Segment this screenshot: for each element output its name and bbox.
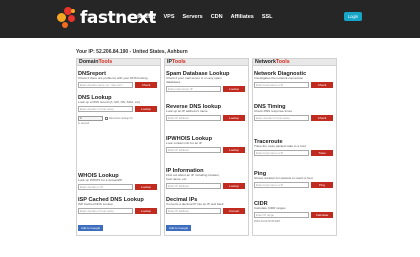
tool-whois-lookup: WHOIS Lookup Look up WHOIS for a domain/… [78, 173, 160, 191]
decimal-ip-button[interactable]: Convert [223, 208, 245, 215]
isp-cached-input[interactable]: Enter domain or host name [78, 208, 133, 215]
ipwhois-input[interactable]: Enter IP address [166, 147, 221, 154]
whois-button[interactable]: Lookup [135, 184, 157, 191]
traceroute-input[interactable]: Enter host name or IP [254, 150, 309, 157]
tool-description: Check DNS response times [254, 109, 292, 113]
dns-timing-button[interactable]: Check [311, 115, 333, 122]
tool-dns-timing: DNS Timing Check DNS response times Ente… [254, 104, 336, 122]
tool-decimal-ips: Decimal IPs Converts a decimal IP into a… [166, 197, 248, 234]
tool-cidr: CIDR Calculate CIDR ranges Enter IP rang… [254, 201, 336, 223]
tool-network-diagnostic: Network Diagnostic Investigates the netw… [254, 71, 336, 89]
nav-vps[interactable]: VPS [163, 14, 174, 20]
tool-traceroute: Traceroute Trace the route packets take … [254, 139, 336, 157]
tool-ping: Ping Shows duration for packets to reach… [254, 171, 336, 189]
dnsreport-input[interactable]: Enter domain name, ex: "site.com" [78, 82, 133, 89]
traceroute-button[interactable]: Trace [311, 150, 333, 157]
visitor-ip-line: Your IP: 52.206.84.190 - United States, … [76, 49, 188, 55]
tool-description: Investigates the network connection [254, 76, 304, 80]
network-tools-panel: NetworkTools Network Diagnostic Investig… [252, 58, 337, 236]
heading-accent: Tools [98, 59, 113, 65]
cidr-input[interactable]: Enter IP range [254, 212, 309, 219]
tool-description-2: host name, etc. [166, 176, 188, 181]
tool-description: Look up an IP address's name [166, 109, 208, 113]
recursive-checkbox[interactable] [105, 116, 108, 120]
heading-accent: Tools [172, 59, 186, 65]
cidr-button[interactable]: Calculate [311, 212, 333, 219]
nav-ssl[interactable]: SSL [262, 14, 273, 20]
record-type-select[interactable]: A [78, 115, 103, 121]
tool-description: Check if there are problems with your DN… [78, 76, 148, 80]
dns-lookup-option-2: in second [78, 121, 90, 125]
tool-description: Look up WHOIS for a domain/IP [78, 178, 123, 182]
ping-input[interactable]: Enter host name or IP [254, 182, 309, 189]
decimal-ip-input[interactable]: Enter IP address [166, 208, 221, 215]
spam-db-input[interactable]: Enter mail server IP [166, 85, 221, 92]
ping-button[interactable]: Ping [311, 182, 333, 189]
network-diagnostic-button[interactable]: Check [311, 82, 333, 89]
domain-tools-panel: DomainTools DNSreport Check if there are… [76, 58, 161, 236]
tool-dnsreport: DNSreport Check if there are problems wi… [78, 71, 160, 89]
heading-accent: Tools [275, 59, 290, 65]
reverse-dns-input[interactable]: Enter IP address [166, 115, 221, 122]
dnsreport-button[interactable]: Check [135, 82, 157, 89]
ipwhois-button[interactable]: Lookup [223, 147, 245, 154]
reverse-dns-button[interactable]: Lookup [223, 115, 245, 122]
nav-hosting[interactable]: Hosting [135, 14, 155, 20]
ip-tools-panel: IPTools Spam Database Lookup Check if yo… [164, 58, 249, 236]
tool-isp-cached-dns: ISP Cached DNS Lookup ISP Cached DNS Loo… [78, 197, 160, 234]
footer-timestamp: 2015-10-09 02:06 EDT [254, 219, 281, 223]
add-to-google-button[interactable]: Add to Google [166, 224, 192, 231]
dns-lookup-option[interactable]: Recursive lookup for [105, 116, 133, 120]
main-nav: Hosting VPS Servers CDN Affiliates SSL [135, 14, 281, 20]
recursive-label: Recursive lookup for [109, 116, 133, 120]
tool-dns-lookup: DNS Lookup Look up a DNS record (A, MX, … [78, 95, 160, 125]
tool-description: Calculate CIDR ranges [254, 206, 286, 210]
tool-ip-information: IP Information Find out about an IP, inc… [166, 168, 248, 189]
whois-input[interactable]: Enter domain or IP [78, 184, 133, 191]
site-header: fastnext Hosting VPS Servers CDN Affilia… [0, 0, 420, 38]
logo-mark-icon [57, 7, 79, 29]
heading-part: Domain [79, 59, 99, 65]
dns-timing-input[interactable]: Enter domain or host name [254, 115, 309, 122]
isp-cached-button[interactable]: Lookup [135, 208, 157, 215]
tool-description-2: databases [166, 79, 181, 84]
tool-ipwhois: IPWHOIS Lookup Look contact info for an … [166, 136, 248, 154]
heading-part: Network [255, 59, 276, 65]
ip-tools-heading: IPTools [165, 59, 248, 66]
nav-cdn[interactable]: CDN [211, 14, 223, 20]
network-tools-heading: NetworkTools [253, 59, 336, 66]
nav-affiliates[interactable]: Affiliates [231, 14, 254, 20]
tool-spam-database: Spam Database Lookup Check if your mail … [166, 71, 248, 92]
add-to-google-button[interactable]: Add to Google [78, 224, 104, 231]
ip-info-input[interactable]: Enter IP address [166, 182, 221, 189]
tool-description: Shows duration for packets to reach a ho… [254, 176, 313, 180]
spam-db-button[interactable]: Lookup [223, 85, 245, 92]
login-button[interactable]: Login [344, 12, 362, 21]
tool-description: Look up a DNS record (A, MX, NS, SOA, et… [78, 100, 141, 104]
tool-description: Converts a decimal IP into an IP and bac… [166, 202, 224, 206]
tool-reverse-dns: Reverse DNS lookup Look up an IP address… [166, 104, 248, 122]
tool-description: Look contact info for an IP [166, 141, 202, 145]
dns-lookup-button[interactable]: Lookup [135, 106, 157, 113]
ip-info-button[interactable]: Lookup [223, 182, 245, 189]
tool-description: ISP Cached DNS Lookup [78, 202, 113, 206]
nav-servers[interactable]: Servers [183, 14, 203, 20]
dns-lookup-input[interactable]: Enter domain or host name [78, 106, 133, 113]
tool-description: Trace the route packets take to a host [254, 144, 306, 148]
domain-tools-heading: DomainTools [77, 59, 160, 66]
network-diagnostic-input[interactable]: Enter host name or IP [254, 82, 309, 89]
